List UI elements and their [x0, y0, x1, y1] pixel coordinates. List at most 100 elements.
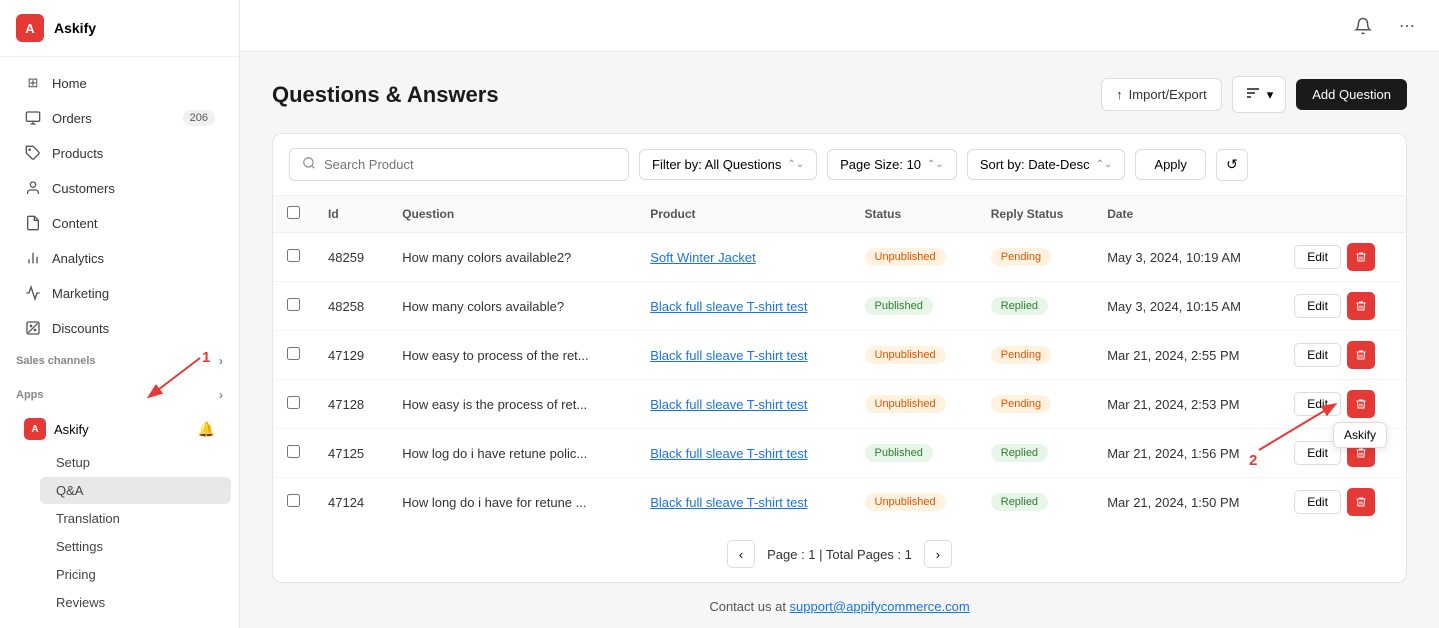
select-all-checkbox[interactable]	[287, 206, 300, 219]
header-actions: ↑ Import/Export ▾ Add Question	[1101, 76, 1407, 113]
askify-bell-icon[interactable]: 🔔	[198, 421, 215, 438]
submenu-qna[interactable]: Q&A	[40, 477, 231, 504]
row-id: 47128	[314, 380, 388, 429]
footer: Contact us at support@appifycommerce.com	[272, 583, 1407, 628]
row-checkbox[interactable]	[287, 249, 300, 262]
select-all-header	[273, 196, 314, 233]
row-id: 47124	[314, 478, 388, 527]
row-date: Mar 21, 2024, 2:55 PM	[1093, 331, 1280, 380]
askify-header[interactable]: A Askify 🔔	[8, 410, 231, 448]
row-checkbox[interactable]	[287, 494, 300, 507]
submenu-pricing[interactable]: Pricing	[40, 561, 231, 588]
askify-section: A Askify 🔔 Setup Q&A Translation Setting…	[0, 406, 239, 621]
row-id: 48259	[314, 233, 388, 282]
action-btns: Edit	[1294, 292, 1392, 320]
refresh-button[interactable]: ↺	[1216, 149, 1248, 181]
row-checkbox[interactable]	[287, 445, 300, 458]
submenu-setup[interactable]: Setup	[40, 449, 231, 476]
search-input[interactable]	[324, 157, 616, 172]
sidebar-item-orders[interactable]: Orders 206	[8, 101, 231, 135]
add-question-button[interactable]: Add Question	[1296, 79, 1407, 110]
delete-button[interactable]	[1347, 390, 1375, 418]
submenu-reviews[interactable]: Reviews	[40, 589, 231, 616]
app-logo: A	[16, 14, 44, 42]
sidebar-item-content[interactable]: Content	[8, 206, 231, 240]
sidebar-item-products[interactable]: Products	[8, 136, 231, 170]
row-date: May 3, 2024, 10:19 AM	[1093, 233, 1280, 282]
edit-button[interactable]: Edit	[1294, 245, 1341, 269]
row-status: Published	[851, 429, 977, 478]
row-checkbox[interactable]	[287, 347, 300, 360]
askify-title[interactable]: A Askify	[24, 418, 89, 440]
delete-button[interactable]	[1347, 243, 1375, 271]
submenu-translation[interactable]: Translation	[40, 505, 231, 532]
edit-button[interactable]: Edit	[1294, 392, 1341, 416]
submenu-settings[interactable]: Settings	[40, 533, 231, 560]
sidebar-item-customers[interactable]: Customers	[8, 171, 231, 205]
product-link[interactable]: Black full sleave T-shirt test	[650, 299, 807, 314]
discounts-icon	[24, 319, 42, 337]
search-icon	[302, 156, 316, 173]
sales-channels-section[interactable]: Sales channels ›	[0, 346, 239, 372]
qa-table: Id Question Product Status Reply Status …	[273, 196, 1406, 526]
product-link[interactable]: Soft Winter Jacket	[650, 250, 755, 265]
trash-icon	[1355, 447, 1367, 459]
sidebar-item-label: Content	[52, 216, 98, 231]
filter-arrow-icon: ⌃⌄	[787, 159, 804, 170]
filter-by-dropdown[interactable]: Filter by: All Questions ⌃⌄	[639, 149, 817, 180]
row-product: Black full sleave T-shirt test	[636, 331, 850, 380]
product-link[interactable]: Black full sleave T-shirt test	[650, 495, 807, 510]
product-link[interactable]: Black full sleave T-shirt test	[650, 397, 807, 412]
askify-logo: A	[24, 418, 46, 440]
content-area: Questions & Answers ↑ Import/Export ▾ Ad…	[240, 52, 1439, 628]
row-question: How many colors available2?	[388, 233, 636, 282]
sidebar-item-analytics[interactable]: Analytics	[8, 241, 231, 275]
notification-icon[interactable]	[1347, 10, 1379, 42]
orders-badge: 206	[183, 110, 215, 126]
import-export-button[interactable]: ↑ Import/Export	[1101, 78, 1222, 111]
main-content: ⋯ Questions & Answers ↑ Import/Export ▾ …	[240, 0, 1439, 628]
sort-button[interactable]: ▾	[1232, 76, 1287, 113]
delete-button[interactable]	[1347, 341, 1375, 369]
search-box[interactable]	[289, 148, 629, 181]
more-icon[interactable]: ⋯	[1391, 10, 1423, 42]
row-question: How log do i have retune polic...	[388, 429, 636, 478]
table-row: 47128 How easy is the process of ret... …	[273, 380, 1406, 429]
edit-button[interactable]: Edit	[1294, 294, 1341, 318]
row-question: How easy to process of the ret...	[388, 331, 636, 380]
sort-dropdown[interactable]: Sort by: Date-Desc ⌃⌄	[967, 149, 1126, 180]
next-page-button[interactable]: ›	[924, 540, 952, 568]
row-date: Mar 21, 2024, 1:56 PM	[1093, 429, 1280, 478]
trash-icon	[1355, 496, 1367, 508]
sort-icon	[1245, 85, 1261, 104]
prev-page-button[interactable]: ‹	[727, 540, 755, 568]
delete-button[interactable]	[1347, 292, 1375, 320]
edit-button[interactable]: Edit	[1294, 343, 1341, 367]
footer-text: Contact us at	[709, 599, 789, 614]
row-checkbox[interactable]	[287, 396, 300, 409]
row-checkbox-cell	[273, 331, 314, 380]
row-checkbox[interactable]	[287, 298, 300, 311]
support-email-link[interactable]: support@appifycommerce.com	[790, 599, 970, 614]
row-date: May 3, 2024, 10:15 AM	[1093, 282, 1280, 331]
table-card: Filter by: All Questions ⌃⌄ Page Size: 1…	[272, 133, 1407, 583]
apply-button[interactable]: Apply	[1135, 149, 1206, 180]
row-reply-status: Replied	[977, 429, 1093, 478]
delete-button[interactable]	[1347, 488, 1375, 516]
col-product: Product	[636, 196, 850, 233]
row-reply-status: Pending	[977, 233, 1093, 282]
col-date: Date	[1093, 196, 1280, 233]
product-link[interactable]: Black full sleave T-shirt test	[650, 446, 807, 461]
sidebar-item-label: Products	[52, 146, 103, 161]
row-question: How many colors available?	[388, 282, 636, 331]
edit-button[interactable]: Edit	[1294, 490, 1341, 514]
sidebar-item-discounts[interactable]: Discounts	[8, 311, 231, 345]
sidebar-item-settings[interactable]: Settings	[8, 622, 231, 628]
page-size-dropdown[interactable]: Page Size: 10 ⌃⌄	[827, 149, 957, 180]
trash-icon	[1355, 300, 1367, 312]
row-checkbox-cell	[273, 233, 314, 282]
sidebar-item-home[interactable]: ⊞ Home	[8, 66, 231, 100]
row-actions: Edit	[1280, 282, 1406, 331]
product-link[interactable]: Black full sleave T-shirt test	[650, 348, 807, 363]
sidebar-item-marketing[interactable]: Marketing	[8, 276, 231, 310]
